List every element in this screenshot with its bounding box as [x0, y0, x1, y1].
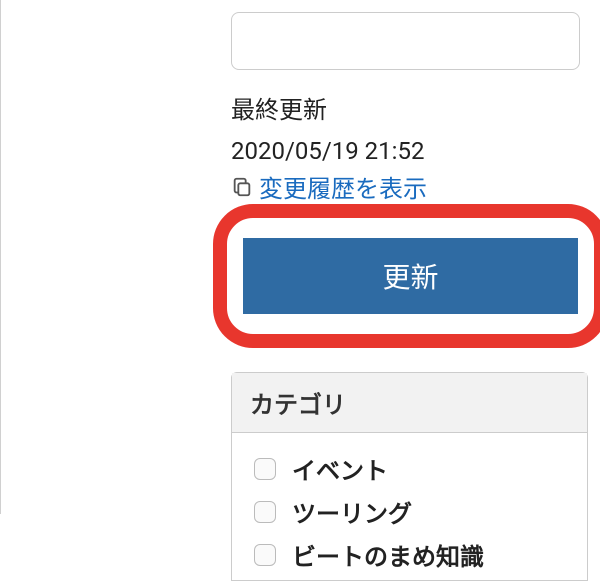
category-label: ツーリング — [292, 494, 412, 529]
list-item: イベント — [254, 451, 565, 486]
list-item: ツーリング — [254, 494, 565, 529]
category-panel: カテゴリ イベント ツーリング ビートのまめ知識 — [231, 372, 588, 581]
sidebar-panel: 最終更新 2020/05/19 21:52 変更履歴を表示 更新 カテゴリ イベ… — [0, 0, 600, 514]
copy-icon — [231, 176, 253, 198]
history-link-text: 変更履歴を表示 — [259, 169, 427, 204]
highlight-annotation: 更新 — [213, 204, 600, 348]
category-list: イベント ツーリング ビートのまめ知識 — [232, 433, 587, 572]
title-input[interactable] — [231, 12, 580, 70]
last-update-timestamp: 2020/05/19 21:52 — [231, 137, 580, 165]
history-link[interactable]: 変更履歴を表示 — [231, 169, 427, 204]
category-label: イベント — [292, 451, 388, 486]
update-button[interactable]: 更新 — [243, 238, 578, 314]
last-update-label: 最終更新 — [231, 90, 580, 125]
list-item: ビートのまめ知識 — [254, 537, 565, 572]
checkbox[interactable] — [254, 458, 276, 480]
checkbox[interactable] — [254, 544, 276, 566]
category-label: ビートのまめ知識 — [292, 537, 484, 572]
checkbox[interactable] — [254, 501, 276, 523]
panel-inner: 最終更新 2020/05/19 21:52 変更履歴を表示 更新 カテゴリ イベ… — [191, 0, 600, 581]
category-header: カテゴリ — [232, 373, 587, 433]
